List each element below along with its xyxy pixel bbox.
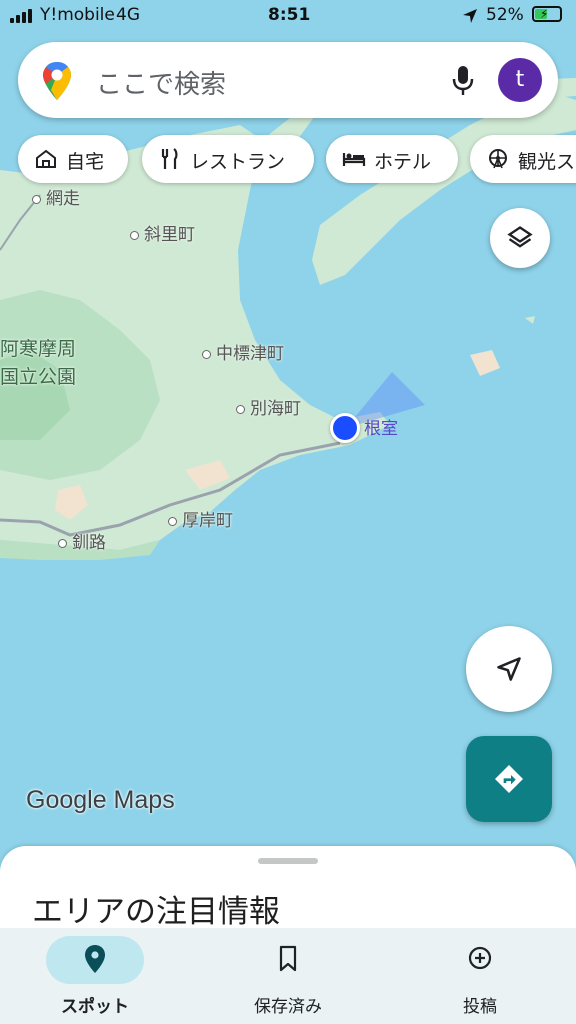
- nav-label: 保存済み: [254, 997, 322, 1017]
- directions-icon: [495, 765, 523, 793]
- map-label-akan-line1[interactable]: 阿寒摩周: [0, 334, 76, 361]
- clock: 8:51: [268, 5, 311, 25]
- my-location-button[interactable]: [466, 626, 552, 712]
- hotel-icon: [342, 153, 366, 166]
- layers-icon: [507, 226, 533, 248]
- navigation-arrow-icon: [497, 657, 521, 681]
- layers-button[interactable]: [490, 208, 550, 268]
- map-label-nemuro[interactable]: 根室: [364, 414, 398, 439]
- home-icon: [36, 149, 56, 168]
- network-type: 4G: [116, 5, 140, 25]
- chip-restaurant[interactable]: レストラン: [142, 135, 314, 183]
- restaurant-icon: [161, 148, 178, 169]
- explore-pin-icon: [85, 945, 105, 973]
- sheet-title: エリアの注目情報: [32, 894, 280, 930]
- google-maps-logo-icon: [43, 62, 71, 100]
- nav-tab-explore[interactable]: スポット: [0, 928, 190, 1024]
- search-bar[interactable]: ここで検索 t: [18, 42, 558, 118]
- carrier-name: Y!mobile: [40, 5, 115, 25]
- map-label-shari[interactable]: 斜里町: [130, 220, 195, 245]
- bookmark-icon: [279, 945, 297, 972]
- directions-button[interactable]: [466, 736, 552, 822]
- map-label-betsukai[interactable]: 別海町: [236, 394, 301, 419]
- chip-label: レストラン: [190, 151, 286, 173]
- google-maps-wordmark: Google Maps: [26, 786, 175, 814]
- chip-home[interactable]: 自宅: [18, 135, 128, 183]
- nav-label: スポット: [61, 997, 129, 1017]
- current-location-dot: [330, 413, 360, 443]
- battery-icon: ⚡: [532, 6, 562, 22]
- sheet-drag-handle[interactable]: [258, 858, 318, 864]
- map-label-akkeshi[interactable]: 厚岸町: [168, 506, 233, 531]
- status-bar: Y!mobile 4G 8:51 52% ⚡: [0, 0, 576, 32]
- chip-label: ホテル: [374, 151, 432, 173]
- chip-label: 自宅: [66, 151, 105, 173]
- nav-tab-contribute[interactable]: 投稿: [385, 928, 575, 1024]
- nav-label: 投稿: [463, 997, 497, 1017]
- account-avatar[interactable]: t: [498, 58, 542, 102]
- chip-sightseeing[interactable]: 観光ス: [470, 135, 576, 183]
- nav-tab-saved[interactable]: 保存済み: [193, 928, 383, 1024]
- bottom-navigation: スポット 保存済み 投稿: [0, 928, 576, 1024]
- battery-percent: 52%: [486, 5, 524, 25]
- microphone-icon[interactable]: [450, 64, 476, 98]
- map-label-kushiro[interactable]: 釧路: [58, 528, 106, 553]
- map-label-akan-line2[interactable]: 国立公園: [0, 362, 76, 389]
- signal-icon: [10, 9, 36, 23]
- search-input[interactable]: ここで検索: [96, 64, 226, 101]
- chip-label: 観光ス: [518, 151, 576, 173]
- ferris-wheel-icon: [489, 149, 507, 169]
- chip-hotel[interactable]: ホテル: [326, 135, 458, 183]
- add-circle-icon: [468, 946, 492, 970]
- location-services-icon: [463, 9, 477, 23]
- map-label-nakashibetsu[interactable]: 中標津町: [202, 339, 284, 364]
- map-label-abashiri[interactable]: 網走: [32, 184, 80, 209]
